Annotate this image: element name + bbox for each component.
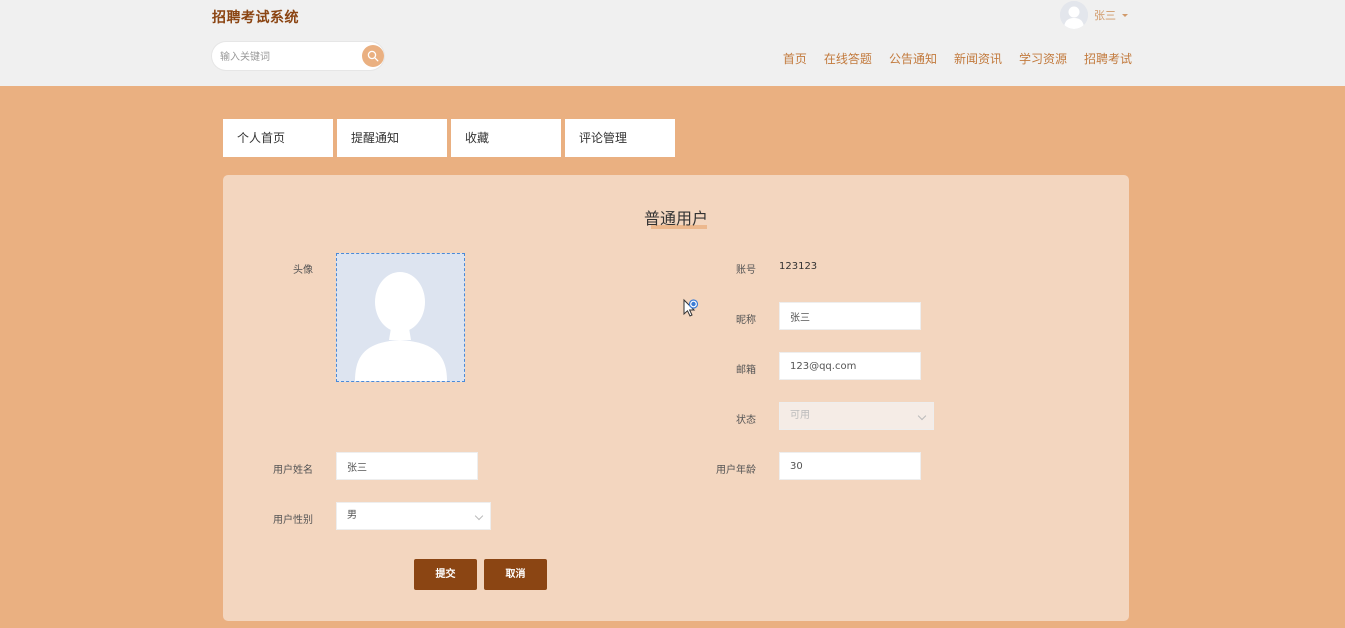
gender-select[interactable]: 男 [336,502,491,530]
tab-favorites[interactable]: 收藏 [451,119,561,157]
nickname-input[interactable] [790,303,920,329]
search-icon [367,50,379,62]
age-field[interactable] [779,452,921,480]
age-label: 用户年龄 [716,465,756,476]
status-label: 状态 [736,415,756,426]
email-field[interactable] [779,352,921,380]
nav-item-online-quiz[interactable]: 在线答题 [824,50,872,67]
nickname-field[interactable] [779,302,921,330]
nav-item-news[interactable]: 新闻资讯 [954,50,1002,67]
account-value: 123123 [779,261,818,272]
profile-tabs: 个人首页 提醒通知 收藏 评论管理 [223,119,679,157]
main-nav: 首页 在线答题 公告通知 新闻资讯 学习资源 招聘考试 [766,50,1132,67]
gender-selected-value: 男 [347,510,357,521]
status-selected-value: 可用 [790,410,810,421]
chevron-down-icon [917,411,927,421]
user-placeholder-icon [337,254,464,381]
real-name-label: 用户姓名 [273,465,313,476]
form-title: 普通用户 [643,209,708,228]
submit-button[interactable]: 提交 [414,559,477,590]
real-name-field[interactable] [336,452,478,480]
avatar-label: 头像 [293,265,313,276]
tab-personal-home[interactable]: 个人首页 [223,119,333,157]
nav-item-recruitment-exam[interactable]: 招聘考试 [1084,50,1132,67]
user-menu[interactable]: 张三 [1060,0,1128,30]
user-name[interactable]: 张三 [1094,7,1116,23]
email-label: 邮箱 [736,365,756,376]
nav-item-home[interactable]: 首页 [783,50,807,67]
account-label: 账号 [736,265,756,276]
real-name-input[interactable] [347,453,477,479]
nav-item-announcements[interactable]: 公告通知 [889,50,937,67]
nickname-label: 昵称 [736,315,756,326]
profile-form-panel: 普通用户 头像 用户姓名 用户性别 男 账号 123123 昵称 邮箱 状态 可… [223,175,1129,621]
chevron-down-icon[interactable] [1122,13,1128,17]
status-select: 可用 [779,402,934,430]
tab-reminders[interactable]: 提醒通知 [337,119,447,157]
nav-item-learning-resources[interactable]: 学习资源 [1019,50,1067,67]
search-button[interactable] [362,45,384,67]
header-wave-divider [0,74,1345,88]
search-input[interactable] [218,46,360,68]
avatar-icon [1060,1,1088,29]
mouse-cursor-icon [683,298,699,317]
age-input[interactable] [790,453,920,479]
cancel-button[interactable]: 取消 [484,559,547,590]
user-avatar[interactable] [1060,1,1088,29]
avatar-upload[interactable] [336,253,465,382]
tab-comment-management[interactable]: 评论管理 [565,119,675,157]
gender-label: 用户性别 [273,515,313,526]
site-title: 招聘考试系统 [212,10,299,26]
email-input[interactable] [790,353,920,379]
chevron-down-icon [474,511,484,521]
search-box [212,42,384,70]
